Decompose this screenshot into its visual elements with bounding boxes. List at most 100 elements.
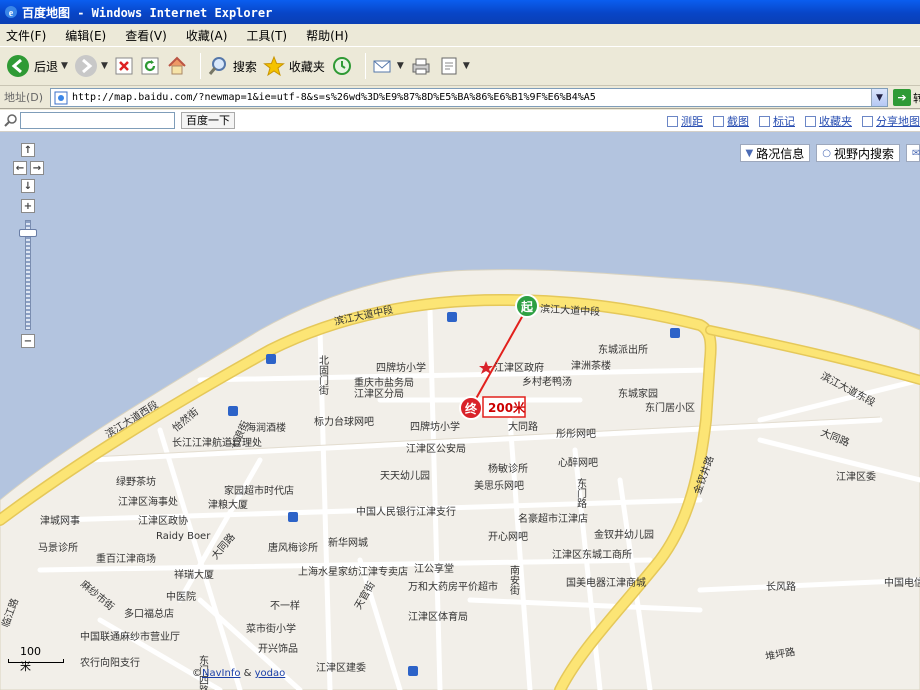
measure-link[interactable]: 测距: [667, 113, 703, 129]
home-button[interactable]: [166, 51, 188, 81]
poi-label: 江津区政协: [138, 514, 188, 527]
toolbar-separator: [364, 53, 366, 79]
stop-icon: [115, 57, 133, 75]
print-button[interactable]: [410, 51, 432, 81]
collection-link[interactable]: 收藏夹: [805, 113, 852, 129]
go-button[interactable]: ➔: [893, 89, 911, 106]
title-bar: e 百度地图 - Windows Internet Explorer: [0, 0, 920, 24]
traffic-info-button[interactable]: ▼ 路况信息: [739, 144, 811, 162]
history-icon: [332, 57, 351, 75]
map-search-input[interactable]: [20, 112, 175, 129]
mail-dropdown-icon[interactable]: ▼: [397, 61, 404, 71]
poi-label: 上海水星家纺江津专卖店: [298, 565, 408, 578]
view-search-button[interactable]: ○ 视野内搜索: [816, 144, 900, 162]
road-label: 南安街: [508, 564, 520, 596]
poi-label: 江津区政府: [494, 361, 544, 374]
forward-button[interactable]: ▼: [74, 51, 108, 81]
share-map-link[interactable]: 分享地图: [862, 113, 920, 129]
poi-label: 马景诊所: [38, 541, 78, 554]
mail-button[interactable]: ▼: [372, 51, 404, 81]
yodao-link[interactable]: yodao: [255, 668, 286, 679]
pan-right-button[interactable]: →: [30, 161, 44, 175]
search-icon: [208, 57, 226, 75]
pan-down-button[interactable]: ↓: [21, 179, 35, 193]
menu-view[interactable]: 查看(V): [125, 27, 167, 44]
poi-label: 江津区委: [836, 470, 876, 483]
screenshot-link[interactable]: 截图: [713, 113, 749, 129]
menu-tools[interactable]: 工具(T): [246, 27, 287, 44]
zoom-out-button[interactable]: −: [21, 334, 35, 348]
poi-label: 彤彤网吧: [556, 428, 596, 440]
pan-left-button[interactable]: ←: [13, 161, 27, 175]
poi-label: 开心网吧: [488, 531, 528, 543]
magnifier-icon: [4, 114, 17, 127]
end-marker[interactable]: 终: [459, 396, 483, 420]
poi-label: 新华网城: [328, 536, 368, 549]
mail-icon: [373, 60, 391, 73]
more-tool-button[interactable]: ✉: [906, 144, 920, 162]
refresh-button[interactable]: [140, 51, 160, 81]
poi-label: 津粮大厦: [208, 498, 248, 511]
start-marker[interactable]: 起: [515, 294, 539, 318]
navinfo-link[interactable]: NavInfo: [202, 668, 240, 679]
refresh-icon: [141, 57, 159, 75]
poi-label: 祥瑞大厦: [174, 568, 214, 581]
go-label[interactable]: 转: [913, 90, 920, 106]
mark-link[interactable]: 标记: [759, 113, 795, 129]
baidu-search-button[interactable]: 百度一下: [181, 112, 235, 129]
poi-label: 江津区建委: [316, 661, 366, 674]
poi-label: 中国电信风营业: [884, 576, 920, 589]
menu-edit[interactable]: 编辑(E): [65, 27, 106, 44]
printer-icon: [412, 58, 430, 75]
poi-label: 东门居小区: [645, 401, 695, 414]
edit-button[interactable]: ▼: [438, 51, 470, 81]
menu-favorites[interactable]: 收藏(A): [186, 27, 228, 44]
menu-help[interactable]: 帮助(H): [306, 27, 348, 44]
search-button[interactable]: 搜索: [207, 51, 257, 81]
map-canvas[interactable]: 滨江大道中段 滨江大道中段 滨江大道西段 滨江大道东段 大同路 大同路 大同路 …: [0, 132, 920, 690]
poi-label: 海润酒楼: [246, 421, 286, 434]
address-label: 地址(D): [4, 91, 44, 104]
poi-label: 长江江津航道管理处: [172, 436, 262, 449]
back-label: 后退: [34, 59, 59, 74]
zoom-slider-handle[interactable]: [19, 229, 37, 237]
poi-label: 菜市街小学: [246, 622, 296, 635]
edit-dropdown-icon[interactable]: ▼: [463, 61, 470, 71]
poi-label: 天天幼儿园: [380, 469, 430, 482]
zoom-in-button[interactable]: +: [21, 199, 35, 213]
scale-bar: [8, 659, 64, 663]
poi-label: 江津区分局: [354, 388, 404, 400]
ruler-icon: [667, 115, 678, 127]
window-title: 百度地图 - Windows Internet Explorer: [22, 5, 273, 20]
forward-dropdown-icon[interactable]: ▼: [101, 61, 108, 71]
address-input[interactable]: http://map.baidu.com/?newmap=1&ie=utf-8&…: [50, 88, 888, 107]
menu-file[interactable]: 文件(F): [6, 27, 46, 44]
back-button[interactable]: 后退 ▼: [6, 51, 68, 81]
pin-icon: [759, 115, 770, 127]
pan-up-button[interactable]: ↑: [21, 143, 35, 157]
poi-label: 杨敏诊所: [488, 462, 528, 475]
back-dropdown-icon[interactable]: ▼: [61, 61, 68, 71]
poi-label: 农行向阳支行: [80, 656, 140, 669]
poi-label: 江津区东城工商所: [552, 548, 632, 561]
svg-text:200米: 200米: [488, 400, 526, 415]
distance-label: 200米: [482, 396, 526, 418]
poi-label: 津城网事: [40, 514, 80, 527]
poi-label: 四牌坊小学: [410, 420, 460, 433]
home-icon: [168, 56, 186, 75]
poi-label: 国美电器江津商城: [566, 576, 646, 589]
road-label: 长风路: [766, 580, 796, 593]
forward-arrow-icon: [74, 55, 97, 77]
poi-label: 四牌坊小学: [376, 361, 426, 374]
poi-label: 多口福总店: [124, 607, 174, 620]
favorites-label: 收藏夹: [288, 59, 325, 74]
history-button[interactable]: [331, 51, 353, 81]
poi-label: 江津区体育局: [408, 610, 468, 623]
poi-label: 开兴饰品: [258, 642, 298, 655]
stop-button[interactable]: [114, 51, 134, 81]
mail-icon: ✉: [912, 147, 920, 159]
favorites-button[interactable]: 收藏夹: [262, 51, 325, 81]
address-dropdown-icon[interactable]: ▼: [871, 89, 887, 106]
poi-label: 名豪超市江津店: [518, 512, 588, 525]
address-bar: 地址(D) http://map.baidu.com/?newmap=1&ie=…: [0, 86, 920, 109]
